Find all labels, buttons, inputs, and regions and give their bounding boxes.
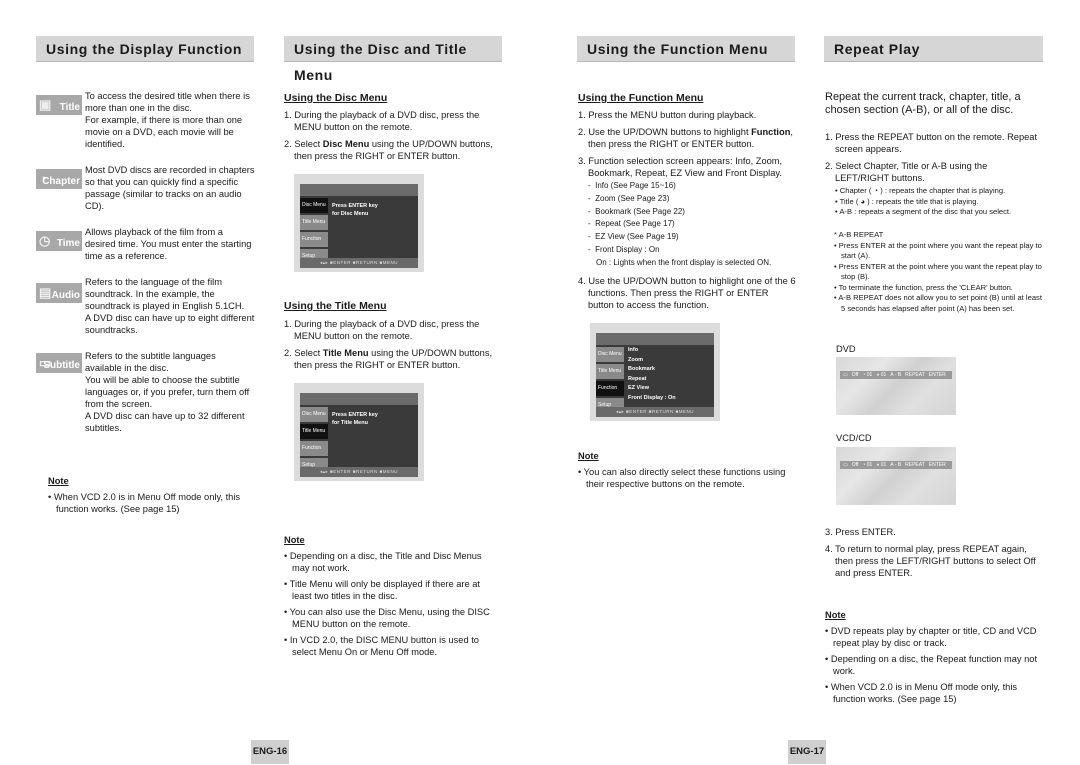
ab-item: • A-B REPEAT does not allow you to set p…	[834, 293, 1042, 313]
function-sub-item: - Repeat (See Page 17)	[588, 219, 675, 229]
function-note-item: • You can also directly select these fun…	[578, 467, 786, 489]
vcd-repeat-screen: ▭ Off ◔ 01 ◕ 01 A - B REPEAT ENTER	[836, 447, 956, 505]
display-function-header: Using the Display Function	[36, 36, 254, 62]
function-item-bookmark: Bookmark	[628, 366, 655, 372]
menu-function: Function	[300, 441, 328, 456]
ab-repeat-block: * A-B REPEAT • Press ENTER at the point …	[834, 230, 1046, 314]
repeat-steps-bottom: 3. Press ENTER. 4. To return to normal p…	[825, 527, 1036, 578]
function-note-heading: Note	[578, 451, 599, 461]
repeat-option: • Chapter ( ◔ ) : repeats the chapter th…	[835, 186, 1006, 195]
function-menu-screen: Disc Menu Title Menu Function Setup Info…	[590, 323, 720, 421]
disc-title-notes: • Depending on a disc, the Title and Dis…	[284, 550, 499, 662]
audio-description: Refers to the language of the film sound…	[85, 277, 255, 335]
note-item: • When VCD 2.0 is in Menu Off mode only,…	[825, 682, 1018, 704]
chapter-description: Most DVD discs are recorded in chapters …	[85, 165, 255, 211]
repeat-intro: Repeat the current track, chapter, title…	[825, 91, 1021, 116]
page-number-left: ENG-16	[251, 740, 289, 764]
repeat-note-heading: Note	[825, 610, 846, 620]
display-note-heading: Note	[48, 476, 69, 486]
disc-menu-screen: Disc Menu Title Menu Function Setup Pres…	[294, 174, 424, 272]
note-item: • DVD repeats play by chapter or title, …	[825, 626, 1037, 648]
function-sub-item: - EZ View (See Page 19)	[588, 232, 679, 242]
function-sub-item: - Zoom (See Page 23)	[588, 193, 670, 203]
subtitle-icon: ▭ Subtitle	[36, 353, 82, 373]
display-note-item: • When VCD 2.0 is in Menu Off mode only,…	[48, 492, 241, 514]
menu-title: Title Menu	[300, 215, 328, 230]
subtitle-description: Refers to the subtitle languages availab…	[85, 351, 250, 433]
note-item: • Depending on a disc, the Repeat functi…	[825, 654, 1038, 676]
note-item: • You can also use the Disc Menu, using …	[284, 607, 490, 629]
menu-title: Title Menu	[596, 364, 624, 379]
note-item: • In VCD 2.0, the DISC MENU button is us…	[284, 635, 479, 657]
ab-item: • Press ENTER at the point where you wan…	[834, 261, 1042, 282]
menu-function: Function	[300, 232, 328, 247]
title-menu-steps: 1. During the playback of a DVD disc, pr…	[284, 319, 493, 370]
dvd-repeat-screen: ▭ Off ◔ 01 ◕ 01 A - B REPEAT ENTER	[836, 357, 956, 415]
disc-menu-heading: Using the Disc Menu	[284, 92, 388, 104]
menu-disc: Disc Menu	[300, 407, 328, 422]
ab-item: • To terminate the function, press the '…	[834, 282, 1013, 292]
title-icon: ▣ Title	[36, 95, 82, 115]
function-menu-heading: Using the Function Menu	[578, 92, 704, 104]
note-item: • Title Menu will only be displayed if t…	[284, 579, 481, 601]
function-item-zoom: Zoom	[628, 356, 643, 363]
repeat-steps-top: 1. Press the REPEAT button on the remote…	[825, 131, 1043, 218]
repeat-option: • A-B : repeats a segment of the disc th…	[835, 207, 1012, 216]
title-menu-heading: Using the Title Menu	[284, 300, 387, 312]
title-description: To access the desired title when there i…	[85, 91, 250, 149]
repeat-option: • Title ( ◕ ) : repeats the title that i…	[835, 196, 979, 206]
time-icon: ◷ Time	[36, 231, 82, 251]
disc-title-note-heading: Note	[284, 535, 305, 545]
disc-menu-steps: 1. During the playback of a DVD disc, pr…	[284, 110, 493, 161]
function-sub-item: - Front Display : On	[588, 244, 660, 254]
function-item-ezview: EZ View	[628, 385, 649, 391]
function-item-repeat: Repeat	[628, 375, 647, 382]
note-item: • Depending on a disc, the Title and Dis…	[284, 551, 482, 573]
repeat-play-header: Repeat Play	[824, 36, 1043, 62]
function-menu-header: Using the Function Menu	[577, 36, 795, 62]
disc-title-menu-header: Using the Disc and Title Menu	[284, 36, 502, 83]
chapter-icon: ◔ Chapter	[36, 169, 82, 189]
vcd-label: VCD/CD	[836, 433, 872, 443]
menu-function: Function	[596, 381, 624, 396]
function-sub-item: - Info (See Page 15~16)	[588, 181, 676, 190]
repeat-notes: • DVD repeats play by chapter or title, …	[825, 625, 1043, 709]
menu-title: Title Menu	[300, 424, 328, 439]
function-item-info: Info	[628, 347, 639, 353]
menu-disc: Disc Menu	[596, 347, 624, 362]
page-number-right: ENG-17	[788, 740, 826, 764]
function-item-front-display: Front Display : On	[628, 394, 676, 401]
function-sub-item: - Bookmark (See Page 22)	[588, 206, 685, 216]
menu-disc: Disc Menu	[300, 198, 328, 213]
dvd-label: DVD	[836, 344, 856, 354]
function-menu-steps: 1. Press the MENU button during playback…	[578, 110, 796, 310]
time-description: Allows playback of the film from a desir…	[85, 227, 252, 261]
ab-item: • Press ENTER at the point where you wan…	[834, 240, 1042, 261]
audio-icon: ▤ Audio	[36, 283, 82, 303]
title-menu-screen: Disc Menu Title Menu Function Setup Pres…	[294, 383, 424, 481]
